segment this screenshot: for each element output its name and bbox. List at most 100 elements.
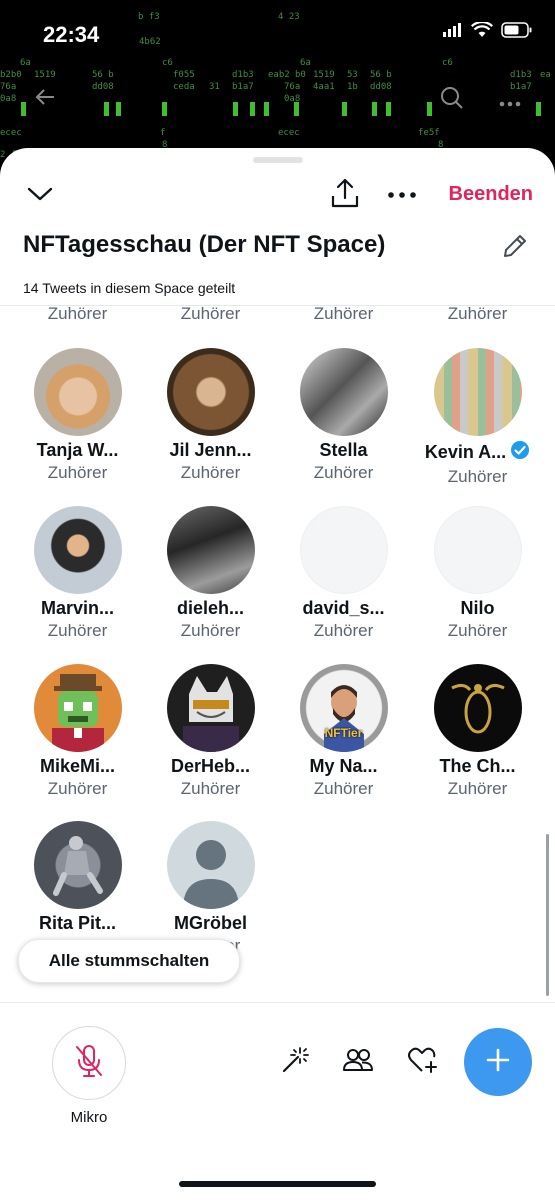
- listener-name: Stella: [319, 440, 368, 460]
- more-icon: [388, 185, 416, 203]
- default-avatar-icon: [167, 840, 255, 909]
- listener-role: Zuhörer: [47, 306, 108, 323]
- listener-tanja[interactable]: Tanja W... Zuhörer: [11, 348, 144, 483]
- listener-name: Jil Jenn...: [169, 440, 252, 460]
- avatar: [33, 821, 122, 909]
- listener-david[interactable]: david_s... Zuhörer: [277, 506, 410, 641]
- listener-name: Kevin A...: [411, 440, 544, 465]
- listener-role: Zuhörer: [313, 621, 374, 640]
- status-bar: 22:34: [0, 0, 555, 70]
- cat-avatar-icon: [167, 676, 255, 752]
- listener-nilo[interactable]: Nilo Zuhörer: [411, 506, 544, 641]
- listener-the-ch[interactable]: The Ch... Zuhörer: [411, 664, 544, 799]
- matrix-text: eab2: [268, 70, 290, 80]
- matrix-text: b2b0: [0, 70, 22, 80]
- listener-name: My Na...: [309, 756, 378, 776]
- listener-name: MGröbel: [173, 913, 247, 933]
- end-space-button[interactable]: Beenden: [449, 183, 533, 206]
- shared-tweets-info[interactable]: 14 Tweets in diesem Space geteilt: [23, 280, 235, 296]
- people-icon: [342, 1046, 374, 1079]
- avatar: [166, 664, 255, 752]
- listener-rita[interactable]: Rita Pit... Zuhörer: [11, 821, 144, 956]
- avatar: [166, 821, 255, 909]
- robot-figure-avatar-icon: [34, 836, 122, 909]
- listener-derheb[interactable]: DerHeb... Zuhörer: [144, 664, 277, 799]
- verified-badge-icon: [510, 440, 530, 465]
- scrollbar[interactable]: [546, 834, 549, 996]
- listener-role: Zuhörer: [447, 306, 508, 323]
- edit-button[interactable]: [498, 231, 532, 265]
- listener-name: dieleh...: [176, 598, 245, 618]
- avatar: [433, 506, 522, 594]
- home-indicator[interactable]: [179, 1181, 376, 1187]
- status-time: 22:34: [43, 22, 100, 47]
- zombie-avatar-icon: [34, 674, 122, 752]
- listener-role: Zuhörer: [447, 467, 508, 486]
- listener-partial: Zuhörer: [11, 306, 144, 324]
- sheet-grabber[interactable]: [253, 157, 303, 163]
- listener-mikemi[interactable]: MikeMi... Zuhörer: [11, 664, 144, 799]
- mute-all-button[interactable]: Alle stummschalten: [18, 939, 240, 983]
- matrix-text: f: [160, 128, 166, 138]
- listener-role: Zuhörer: [313, 779, 374, 798]
- listener-partial: Zuhörer: [411, 306, 544, 324]
- bottom-toolbar: Mikro: [0, 1003, 555, 1200]
- listener-partial: Zuhörer: [144, 306, 277, 324]
- listener-grid: Zuhörer Zuhörer Zuhörer Zuhörer Tanja W.…: [0, 306, 555, 1001]
- matrix-text: fe5f: [418, 128, 440, 138]
- listener-role: Zuhörer: [180, 779, 241, 798]
- listener-name: MikeMi...: [39, 756, 115, 776]
- back-arrow-icon: [34, 86, 56, 113]
- listener-name: Marvin...: [40, 598, 115, 618]
- listener-mgroebel[interactable]: MGröbel Zuhörer: [144, 821, 277, 956]
- matrix-text: d1b3: [510, 70, 532, 80]
- add-tweet-button[interactable]: [464, 1028, 532, 1096]
- listener-my-na[interactable]: NFTier My Na... Zuhörer: [277, 664, 410, 799]
- listener-name: Tanja W...: [36, 440, 119, 460]
- listener-name: david_s...: [302, 598, 385, 618]
- share-button[interactable]: [328, 178, 362, 212]
- listener-role: Zuhörer: [313, 463, 374, 482]
- listener-jil[interactable]: Jil Jenn... Zuhörer: [144, 348, 277, 483]
- listener-stella[interactable]: Stella Zuhörer: [277, 348, 410, 483]
- listener-marvin[interactable]: Marvin... Zuhörer: [11, 506, 144, 641]
- effects-button[interactable]: [279, 1046, 311, 1078]
- more-options-button[interactable]: [386, 182, 418, 206]
- space-title: NFTagesschau (Der NFT Space): [23, 231, 386, 258]
- matrix-text: 56 b: [92, 70, 114, 80]
- listener-name-text: Kevin A...: [424, 442, 507, 462]
- react-button[interactable]: [407, 1046, 439, 1078]
- heart-plus-icon: [407, 1045, 439, 1080]
- listener-kevin[interactable]: Kevin A... Zuhörer: [411, 348, 544, 487]
- avatar: [299, 506, 388, 594]
- collapse-button[interactable]: [24, 182, 56, 210]
- listener-role: Zuhörer: [47, 621, 108, 640]
- avatar: NFTier: [299, 664, 388, 752]
- participants-button[interactable]: [342, 1046, 374, 1078]
- matrix-text: ecec: [0, 128, 22, 138]
- listener-role: Zuhörer: [180, 463, 241, 482]
- mic-button[interactable]: [52, 1026, 126, 1100]
- gold-emblem-icon: [434, 683, 522, 752]
- avatar: [166, 506, 255, 594]
- listener-role: Zuhörer: [180, 621, 241, 640]
- matrix-text: f055: [173, 70, 195, 80]
- avatar: [299, 348, 388, 436]
- mic-off-icon: [73, 1043, 105, 1084]
- more-icon: [499, 94, 521, 112]
- listener-role: Zuhörer: [313, 306, 374, 323]
- matrix-text: 53: [347, 70, 358, 80]
- wifi-icon: [470, 20, 494, 43]
- mic-label: Mikro: [70, 1109, 108, 1126]
- listener-role: Zuhörer: [47, 779, 108, 798]
- matrix-text: 1519: [313, 70, 335, 80]
- listener-name: The Ch...: [439, 756, 516, 776]
- background-nav: [0, 84, 555, 114]
- pencil-icon: [500, 231, 530, 266]
- status-icons: [443, 20, 533, 43]
- listener-name: DerHeb...: [170, 756, 251, 776]
- matrix-text: 56 b: [370, 70, 392, 80]
- avatar: [166, 348, 255, 436]
- listener-name: Nilo: [460, 598, 495, 618]
- listener-dieleh[interactable]: dieleh... Zuhörer: [144, 506, 277, 641]
